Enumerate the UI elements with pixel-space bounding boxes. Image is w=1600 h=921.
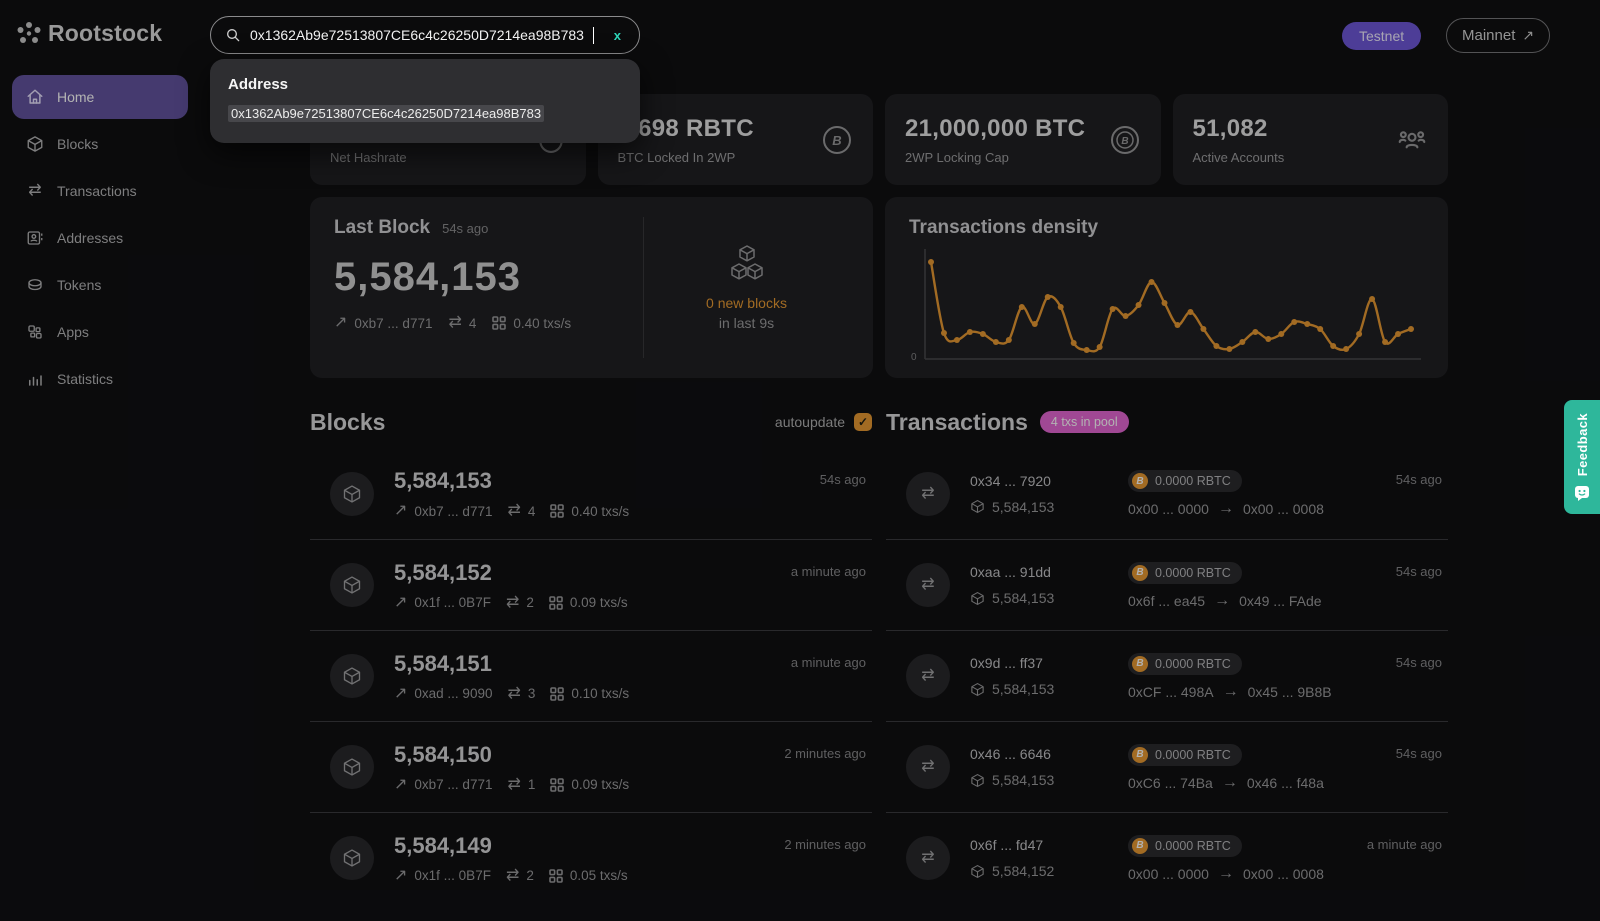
search-icon (225, 27, 241, 43)
search-input[interactable]: 0x1362Ab9e72513807CE6c4c26250D7214ea98B7… (210, 16, 640, 54)
feedback-tab[interactable]: Feedback (1564, 400, 1600, 514)
search-suggest-panel: Address 0x1362Ab9e72513807CE6c4c26250D72… (210, 59, 640, 143)
text-caret (593, 27, 595, 44)
feedback-label: Feedback (1575, 413, 1590, 476)
suggest-group-heading: Address (228, 76, 622, 93)
clear-search-button[interactable]: x (610, 26, 625, 45)
search-container: 0x1362Ab9e72513807CE6c4c26250D7214ea98B7… (210, 16, 640, 143)
feedback-smiley-icon (1574, 485, 1590, 501)
suggest-address-item[interactable]: 0x1362Ab9e72513807CE6c4c26250D7214ea98B7… (228, 105, 544, 123)
search-input-value: 0x1362Ab9e72513807CE6c4c26250D7214ea98B7… (250, 27, 584, 43)
suggest-address-text: 0x1362Ab9e72513807CE6c4c26250D7214ea98B7… (228, 105, 544, 122)
